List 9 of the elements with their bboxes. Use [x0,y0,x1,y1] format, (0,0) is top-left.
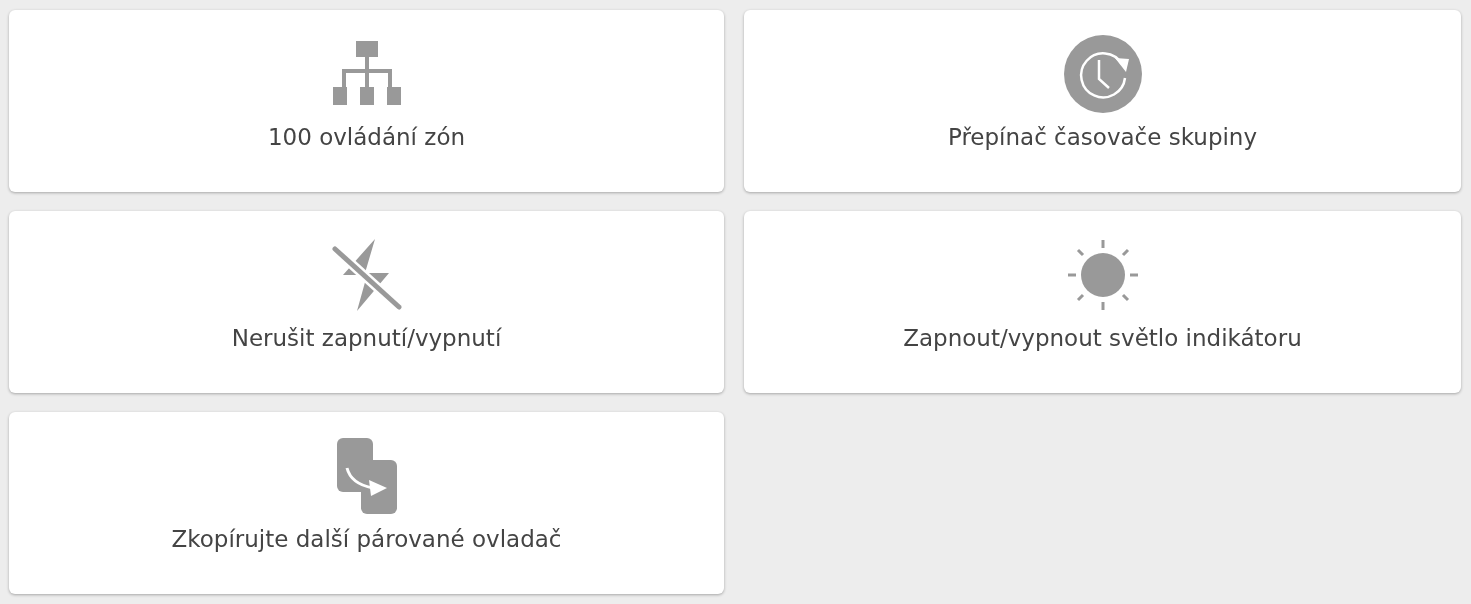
tile-button[interactable]: Nerušit zapnutí/vypnutí [9,211,724,393]
hierarchy-icon [331,41,402,107]
tile-button[interactable]: 100 ovládání zón [9,10,724,192]
tile-button[interactable]: Zkopírujte další párované ovladač [9,412,724,594]
timer-icon [1062,34,1143,114]
tile-button[interactable]: Přepínač časovače skupiny [744,10,1461,192]
tile-button[interactable]: Zapnout/vypnout světlo indikátoru [744,211,1461,393]
copy-icon [334,436,399,516]
sun-icon [1065,238,1140,312]
